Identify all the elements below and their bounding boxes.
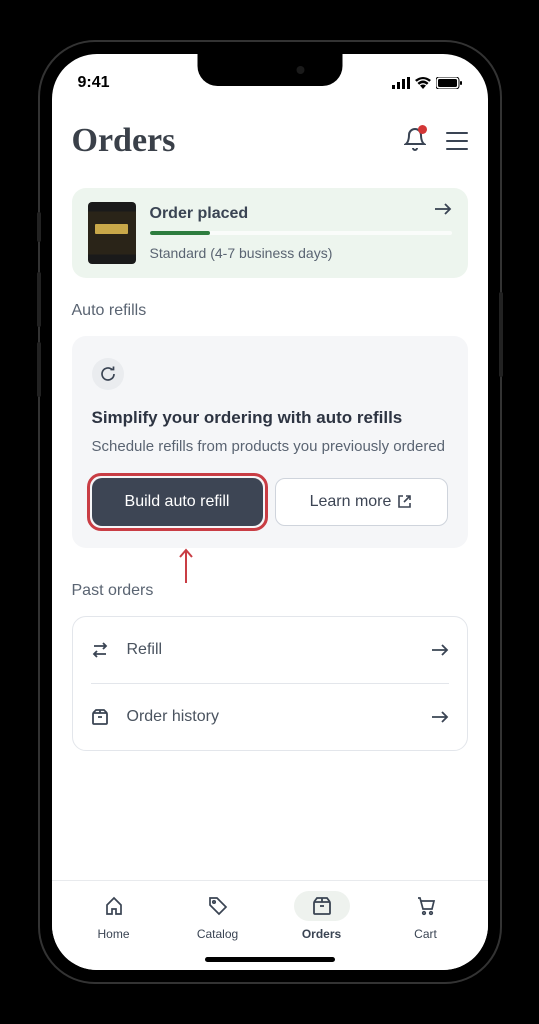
side-button (499, 292, 503, 377)
arrow-up-annotation (178, 548, 194, 584)
package-icon (312, 897, 332, 915)
tab-label: Orders (302, 927, 341, 941)
menu-icon[interactable] (446, 132, 468, 150)
refresh-icon (100, 366, 116, 382)
order-history-row[interactable]: Order history (91, 683, 449, 750)
learn-more-label: Learn more (310, 493, 392, 511)
phone-frame: 9:41 Orders O (40, 42, 500, 982)
build-auto-refill-button[interactable]: Build auto refill (92, 478, 263, 526)
side-button (37, 272, 41, 327)
arrow-right-icon (434, 202, 452, 216)
refill-label: Refill (127, 641, 413, 659)
tab-cart[interactable]: Cart (374, 891, 478, 970)
refill-title: Simplify your ordering with auto refills (92, 408, 448, 428)
battery-icon (436, 77, 462, 89)
screen: 9:41 Orders O (52, 54, 488, 970)
arrow-right-icon (431, 643, 449, 657)
learn-more-button[interactable]: Learn more (275, 478, 448, 526)
notification-button[interactable] (404, 127, 426, 156)
tab-label: Home (97, 927, 129, 941)
status-time: 9:41 (78, 74, 110, 92)
package-icon (91, 709, 109, 725)
status-icons (392, 77, 462, 89)
swap-icon (91, 642, 109, 658)
page-header: Orders (72, 102, 468, 188)
refill-row[interactable]: Refill (91, 617, 449, 683)
side-button (37, 342, 41, 397)
order-history-label: Order history (127, 708, 413, 726)
build-auto-refill-label: Build auto refill (125, 493, 230, 510)
home-icon (104, 896, 124, 916)
progress-bar (150, 231, 452, 235)
external-link-icon (397, 494, 412, 509)
order-status-label: Order placed (150, 205, 452, 223)
signal-icon (392, 77, 410, 89)
side-button (37, 212, 41, 242)
shipping-info: Standard (4-7 business days) (150, 245, 452, 261)
notification-dot (418, 125, 427, 134)
order-placed-card[interactable]: Order placed Standard (4-7 business days… (72, 188, 468, 278)
arrow-right-icon (431, 710, 449, 724)
cart-icon (416, 896, 436, 916)
tab-label: Cart (414, 927, 437, 941)
auto-refills-label: Auto refills (72, 302, 468, 320)
tag-icon (208, 896, 228, 916)
tab-label: Catalog (197, 927, 238, 941)
product-thumbnail (88, 202, 136, 264)
past-orders-label: Past orders (72, 582, 468, 600)
page-title: Orders (72, 122, 176, 160)
tab-home[interactable]: Home (62, 891, 166, 970)
notch (197, 54, 342, 86)
auto-refill-card: Simplify your ordering with auto refills… (72, 336, 468, 548)
wifi-icon (415, 77, 431, 89)
home-indicator (205, 957, 335, 962)
refill-subtitle: Schedule refills from products you previ… (92, 436, 448, 458)
refresh-icon-wrap (92, 358, 124, 390)
past-orders-card: Refill Order history (72, 616, 468, 751)
